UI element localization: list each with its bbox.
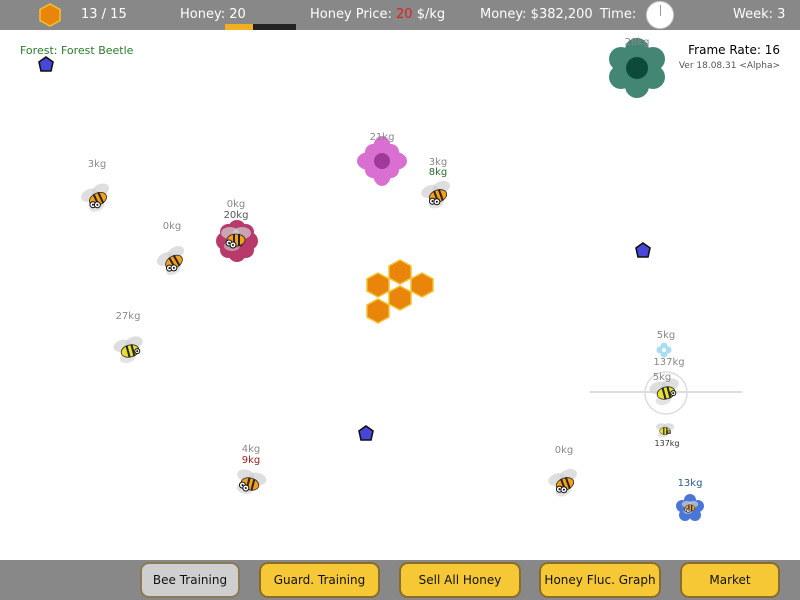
worker-bee[interactable] [78, 181, 118, 217]
blue-flower-nectar-label: 13kg [677, 478, 703, 489]
pink-flower-nectar-label: 21kg [369, 132, 395, 143]
crimson-bee-carry-label: 0kg [226, 199, 246, 210]
forest-beetle-enemy[interactable] [37, 55, 55, 73]
worker-bee[interactable] [110, 333, 150, 369]
week-label: Week: 3 [733, 7, 786, 22]
forest-beetle-enemy[interactable] [634, 241, 652, 259]
worker-bee[interactable] [230, 466, 270, 502]
money-amount: Money: $382,200 [480, 7, 593, 22]
big-flower-nectar-label: 28kg [624, 37, 650, 48]
frame-rate: Frame Rate: 16 [688, 43, 780, 57]
sell-all-honey-button[interactable]: Sell All Honey [399, 562, 521, 598]
game-field[interactable]: Forest: Forest Beetle Frame Rate: 16 Ver… [0, 30, 800, 560]
selected-bee-total-label: 137kg [653, 357, 685, 368]
market-button[interactable]: Market [680, 562, 780, 598]
honey-amount: Honey: 20 [180, 7, 246, 22]
mini-bee-carry-label: 137kg [654, 439, 680, 448]
clock-hand [660, 5, 661, 16]
honey-graph-button[interactable]: Honey Fluc. Graph [539, 562, 661, 598]
bee-on-crimson-flower[interactable] [218, 222, 254, 258]
bee-carry-label: 4kg [241, 444, 261, 455]
bee-carry-label: 0kg [554, 445, 574, 456]
honey-price: Honey Price: 20 $/kg [310, 7, 445, 22]
bee-count: 13 / 15 [81, 7, 127, 22]
selected-bee-carry-label: 5kg [652, 372, 672, 383]
forest-beetle-enemy[interactable] [357, 424, 375, 442]
bee-on-blue-flower[interactable] [678, 496, 702, 520]
worker-bee[interactable] [418, 178, 458, 214]
honey-price-unit: $/kg [416, 7, 446, 22]
bee-carry-label-secondary: 8kg [428, 167, 448, 178]
bee-carry-label-secondary: 9kg [241, 455, 261, 466]
honeycomb-hive[interactable] [360, 258, 440, 328]
bee-training-button[interactable]: Bee Training [140, 562, 240, 598]
bee-carry-label: 27kg [115, 311, 141, 322]
top-hud-bar: 13 / 15 Honey: 20 Honey Price: 20 $/kg M… [0, 0, 800, 30]
honey-price-value: 20 [396, 7, 413, 22]
action-bar: Bee Training Guard. Training Sell All Ho… [0, 560, 800, 600]
small-flower-nectar-label: 5kg [656, 330, 676, 341]
hive-hexagon-icon [39, 3, 61, 27]
bee-carry-label: 0kg [162, 221, 182, 232]
small-light-flower[interactable] [656, 342, 672, 358]
crimson-flower-nectar-label: 20kg [223, 210, 249, 221]
worker-bee[interactable] [154, 244, 194, 280]
version-label: Ver 18.08.31 <Alpha> [678, 61, 780, 71]
worker-bee[interactable] [545, 466, 585, 502]
honey-price-label: Honey Price: [310, 7, 392, 22]
guard-training-button[interactable]: Guard. Training [259, 562, 380, 598]
time-clock-icon [646, 1, 674, 29]
bee-carry-label: 3kg [87, 159, 107, 170]
time-label: Time: [600, 7, 637, 22]
